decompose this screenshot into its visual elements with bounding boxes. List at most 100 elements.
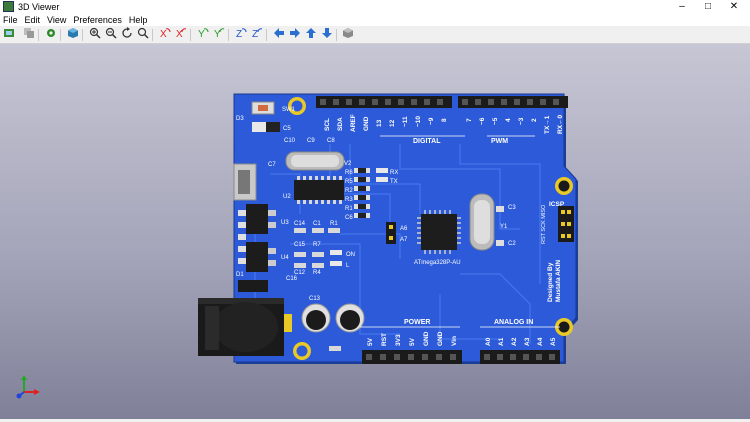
pin-label: SCL: [324, 118, 331, 131]
menu-help[interactable]: Help: [126, 15, 152, 25]
svg-text:C5: C5: [283, 126, 291, 132]
pin-label: ~3: [518, 117, 525, 125]
svg-text:R1: R1: [345, 206, 353, 212]
pan-right-button[interactable]: [287, 27, 302, 42]
top-headers: [316, 96, 568, 108]
svg-text:R1: R1: [330, 221, 338, 227]
svg-text:Vin: Vin: [451, 336, 458, 346]
arrow-right-icon: [289, 27, 301, 42]
pin-label: ~11: [402, 116, 409, 127]
pwm-label: PWM: [491, 138, 508, 145]
zoom-out-icon: [105, 27, 117, 42]
arrow-up-icon: [305, 27, 317, 42]
menu-edit[interactable]: Edit: [22, 15, 45, 25]
svg-text:C14: C14: [294, 221, 306, 227]
svg-text:R2: R2: [345, 188, 353, 194]
pan-up-button[interactable]: [303, 27, 318, 42]
svg-text:C15: C15: [294, 242, 306, 248]
icsp-pins-label: RST SCK MISO: [541, 204, 547, 244]
3d-viewport[interactable]: SCL SDA AREF GND 13 12 ~11 ~10 ~9 8 7 ~6…: [0, 44, 750, 422]
svg-text:R7: R7: [313, 242, 321, 248]
arrow-down-icon: [321, 27, 333, 42]
svg-text:3V3: 3V3: [395, 334, 402, 346]
zoom-fit-icon: [137, 27, 149, 42]
zoom-in-button[interactable]: [87, 27, 102, 42]
svg-text:5V: 5V: [409, 337, 416, 346]
analog-label: ANALOG IN: [494, 319, 533, 326]
svg-text:A7: A7: [400, 237, 408, 243]
pin-label: 2: [531, 118, 538, 122]
menu-bar: File Edit View Preferences Help: [0, 13, 750, 26]
cube-blue-icon: [67, 27, 79, 42]
svg-text:U2: U2: [283, 194, 291, 200]
pin-label: 4: [505, 118, 512, 122]
rotate-x-cw-icon: X: [159, 27, 171, 42]
rotate-y-ccw-button[interactable]: Y: [211, 27, 226, 42]
dc-barrel-jack: [198, 298, 292, 356]
render-button[interactable]: [1, 27, 16, 42]
copy-icon: [23, 27, 35, 42]
rotate-x-ccw-button[interactable]: X: [173, 27, 188, 42]
svg-text:C13: C13: [309, 296, 321, 302]
rotate-z-cw-button[interactable]: Z: [233, 27, 248, 42]
svg-text:U4: U4: [281, 255, 289, 261]
svg-text:A2: A2: [511, 337, 518, 346]
maximize-button[interactable]: □: [696, 0, 720, 13]
svg-text:A3: A3: [524, 337, 531, 346]
svg-text:R5: R5: [345, 179, 353, 185]
svg-text:SW1: SW1: [282, 107, 296, 113]
designed-by-label: Designed By: [547, 262, 554, 302]
svg-text:RST: RST: [381, 333, 388, 346]
svg-text:A6: A6: [400, 226, 408, 232]
orthographic-button[interactable]: [340, 27, 355, 42]
close-button[interactable]: ✕: [722, 0, 746, 13]
zoom-fit-button[interactable]: [135, 27, 150, 42]
minimize-button[interactable]: –: [670, 0, 694, 13]
rotate-z-ccw-button[interactable]: Z: [249, 27, 264, 42]
rotate-y-ccw-icon: Y: [213, 27, 225, 42]
rotate-y-cw-icon: Y: [197, 27, 209, 42]
svg-text:A5: A5: [550, 337, 557, 346]
pin-label: SDA: [337, 117, 344, 131]
rotate-y-cw-button[interactable]: Y: [195, 27, 210, 42]
toolbar: X X Y Y Z Z: [0, 26, 750, 44]
menu-preferences[interactable]: Preferences: [70, 15, 126, 25]
svg-text:R4: R4: [313, 270, 321, 276]
pan-down-button[interactable]: [319, 27, 334, 42]
svg-text:GND: GND: [423, 331, 430, 346]
svg-text:C8: C8: [327, 138, 335, 144]
svg-text:A0: A0: [485, 337, 492, 346]
chip-label: ATmega328P-AU: [414, 260, 461, 266]
arrow-left-icon: [273, 27, 285, 42]
power-label: POWER: [404, 319, 430, 326]
pan-left-button[interactable]: [271, 27, 286, 42]
svg-text:X: X: [160, 29, 167, 39]
pin-label: GND: [363, 116, 370, 131]
rotate-x-cw-button[interactable]: X: [157, 27, 172, 42]
axis-gizmo: [16, 375, 40, 399]
refresh-icon: [121, 27, 133, 42]
menu-view[interactable]: View: [44, 15, 70, 25]
redraw-button[interactable]: [119, 27, 134, 42]
settings-button[interactable]: [43, 27, 58, 42]
window-title: 3D Viewer: [18, 1, 60, 12]
svg-text:C6: C6: [345, 215, 353, 221]
rotate-z-ccw-icon: Z: [251, 27, 263, 42]
zoom-out-button[interactable]: [103, 27, 118, 42]
svg-text:V2: V2: [344, 161, 352, 167]
copy-image-button[interactable]: [21, 27, 36, 42]
title-bar: 3D Viewer: [0, 0, 750, 13]
svg-text:C3: C3: [508, 205, 516, 211]
pin-label: ~9: [428, 117, 435, 125]
svg-text:GND: GND: [437, 331, 444, 346]
tx-led-label: TX: [390, 179, 398, 185]
gear-icon: [45, 27, 57, 42]
svg-text:Y1: Y1: [500, 224, 508, 230]
svg-text:A1: A1: [498, 337, 505, 346]
svg-text:D1: D1: [236, 272, 244, 278]
menu-file[interactable]: File: [0, 15, 22, 25]
pin-label: RX←0: [557, 114, 564, 134]
svg-text:C1: C1: [313, 221, 321, 227]
zoom-in-icon: [89, 27, 101, 42]
raytrace-button[interactable]: [65, 27, 80, 42]
